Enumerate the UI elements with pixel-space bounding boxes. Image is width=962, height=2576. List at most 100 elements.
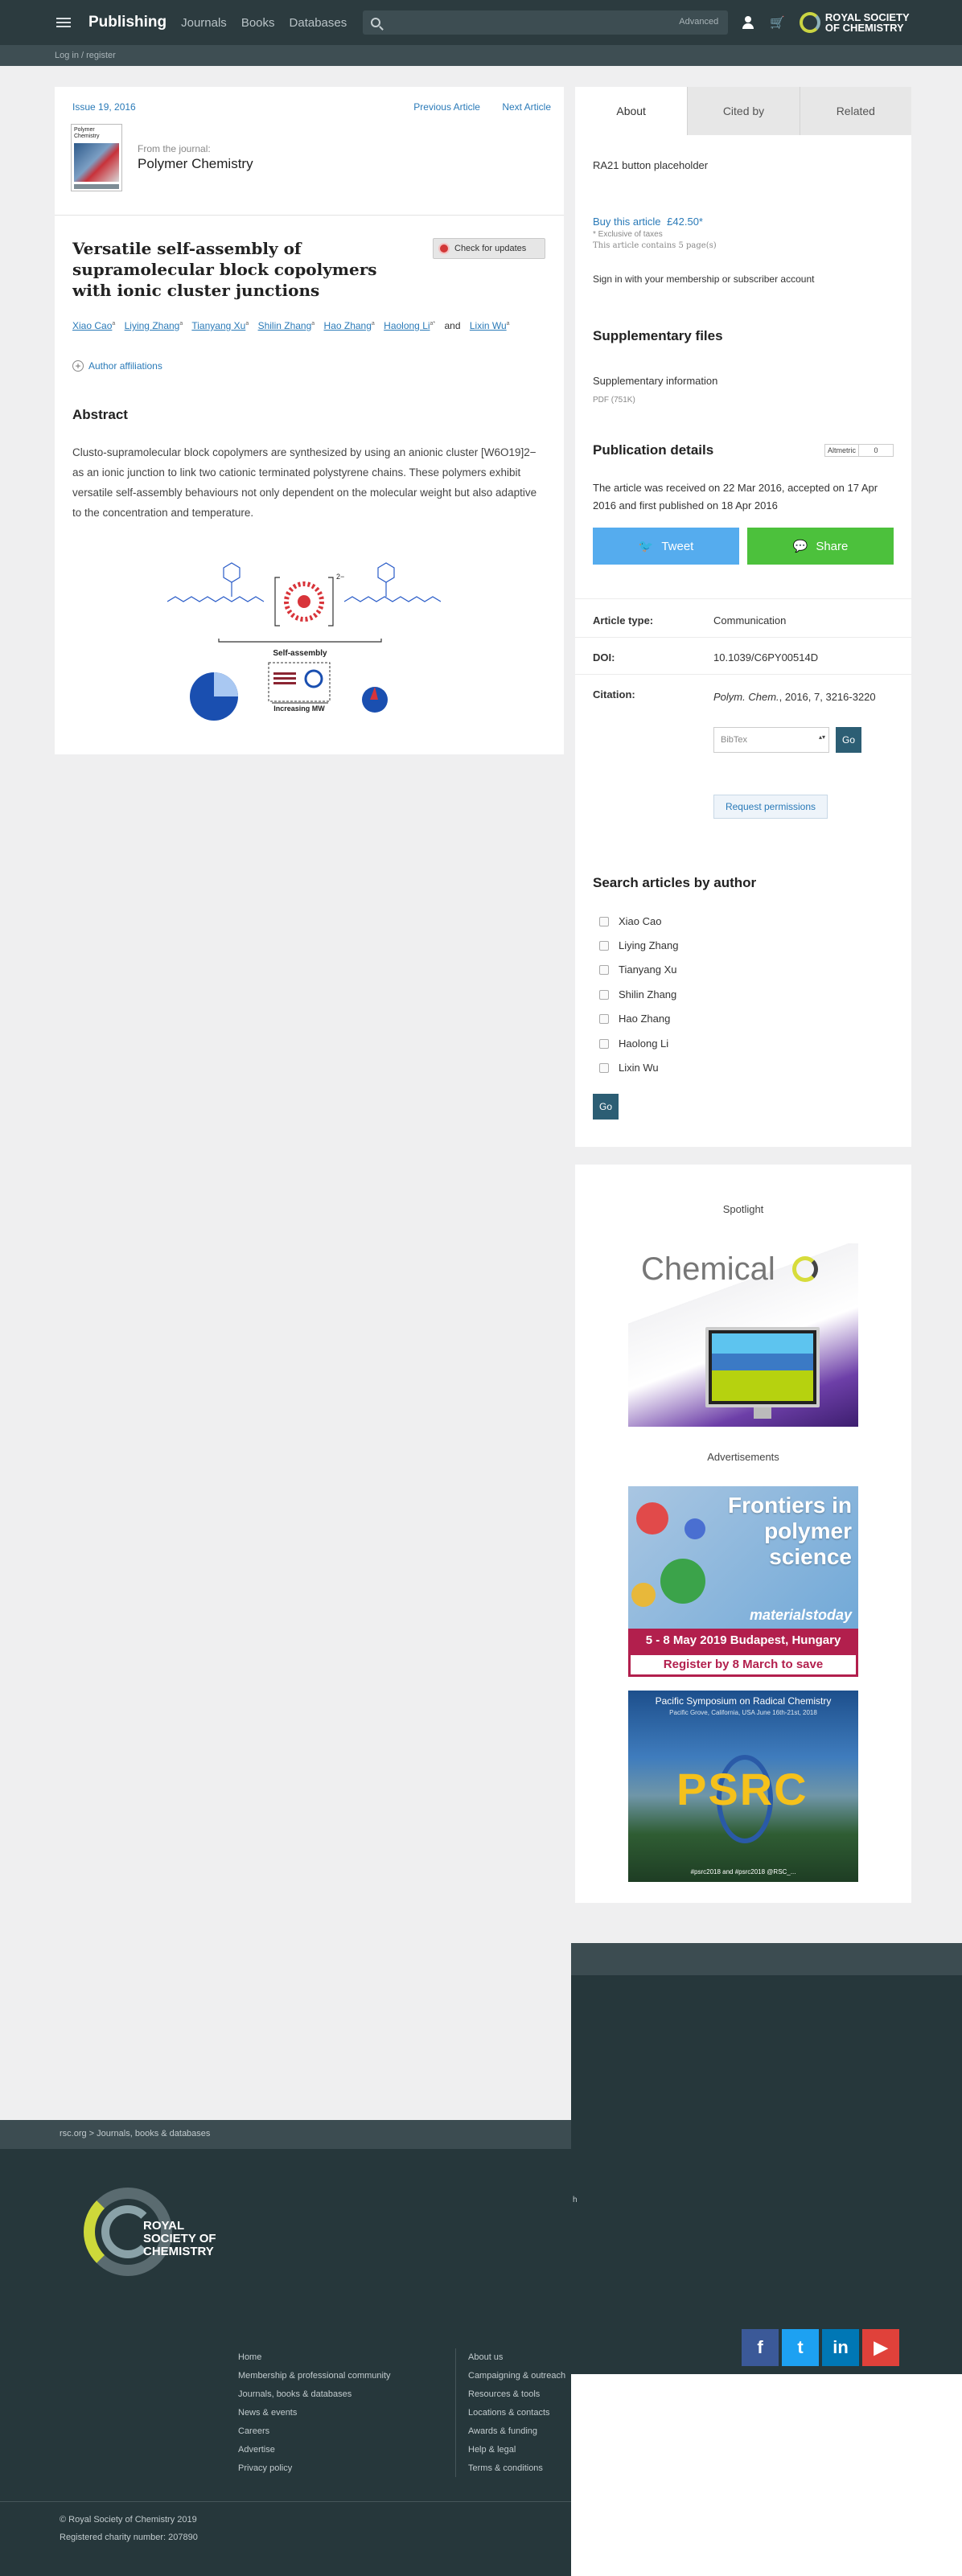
footer-breadcrumb[interactable]: rsc.org > Journals, books & databases (60, 2129, 210, 2138)
self-assembly-label: Self-assembly (273, 649, 327, 658)
facebook-icon[interactable]: f (742, 2329, 779, 2366)
article-price[interactable]: £42.50* (667, 216, 703, 228)
author-checkbox[interactable]: Tianyang Xu (599, 963, 677, 976)
footer-link[interactable]: News & events (238, 2404, 391, 2422)
author-link[interactable]: Liying Zhang (125, 320, 180, 331)
advanced-search-link[interactable]: Advanced (679, 17, 718, 27)
article-card: Issue 19, 2016 Previous Article Next Art… (55, 87, 564, 754)
search-input[interactable]: Advanced (363, 10, 729, 35)
altmetric-badge[interactable]: Altmetric 0 (824, 444, 894, 457)
ra21-placeholder[interactable]: RA21 button placeholder (593, 159, 708, 171)
chemical-science-banner[interactable]: Chemical (628, 1243, 858, 1427)
ad2-footer: #psrc2018 and #psrc2018 @RSC_... (690, 1868, 796, 1876)
previous-article-link[interactable]: Previous Article (413, 101, 480, 113)
publication-details-heading: Publication details (593, 442, 714, 458)
journal-cover[interactable]: Polymer Chemistry (71, 124, 122, 191)
author-link[interactable]: Hao Zhang (324, 320, 372, 331)
brand-publishing[interactable]: Publishing (88, 14, 166, 31)
footer-link[interactable]: Careers (238, 2422, 391, 2441)
request-permissions-button[interactable]: Request permissions (713, 795, 828, 819)
footer-link[interactable]: Resources & tools (468, 2385, 571, 2404)
linkedin-icon[interactable]: in (822, 2329, 859, 2366)
citation-go-button[interactable]: Go (836, 727, 861, 753)
increasing-mw-label: Increasing MW (273, 705, 325, 713)
journal-name-link[interactable]: Polymer Chemistry (138, 156, 253, 172)
tab-about[interactable]: About (575, 87, 688, 135)
checkbox[interactable] (599, 1038, 609, 1049)
graphical-abstract[interactable]: 2− Self-assembly Increasing MW (167, 561, 441, 722)
checkbox[interactable] (599, 916, 609, 926)
footer-link[interactable]: Membership & professional community (238, 2367, 391, 2385)
author-checkbox[interactable]: Xiao Cao (599, 915, 661, 927)
youtube-icon[interactable]: ▶ (862, 2329, 899, 2366)
ad1-register: Register by 8 March to save (628, 1653, 858, 1677)
tab-related[interactable]: Related (799, 87, 911, 135)
footer-link[interactable]: Locations & contacts (468, 2404, 571, 2422)
advertisements-heading: Advertisements (707, 1451, 779, 1463)
frontiers-polymer-ad[interactable]: Frontiers in polymer science materialsto… (628, 1486, 858, 1677)
login-register-link[interactable]: Log in / register (55, 51, 116, 60)
author-checkbox-label: Xiao Cao (619, 915, 662, 927)
footer-link[interactable]: About us (468, 2348, 571, 2367)
footer-link[interactable]: Terms & conditions (468, 2459, 571, 2478)
rsc-logo-icon (799, 12, 820, 33)
footer-link[interactable]: Journals, books & databases (238, 2385, 391, 2404)
twitter-icon[interactable]: t (782, 2329, 819, 2366)
checkbox[interactable] (599, 1062, 609, 1073)
article-title: Versatile self-assembly of supramolecula… (72, 239, 377, 300)
buy-article-link[interactable]: Buy this article (593, 216, 661, 228)
spotlight-heading: Spotlight (722, 1203, 764, 1215)
cover-footer-bar (74, 184, 119, 189)
author-link[interactable]: Tianyang Xu (191, 320, 245, 331)
check-for-updates-button[interactable]: Check for updates (433, 238, 545, 259)
author-sup: a* (430, 321, 436, 327)
top-navigation: Publishing Journals Books Databases Adva… (0, 0, 962, 45)
footer-block-right (571, 1975, 962, 2284)
wechat-share-button[interactable]: 💬 Share (747, 528, 894, 565)
footer-link[interactable]: Campaigning & outreach (468, 2367, 571, 2385)
buy-article-row[interactable]: Buy this article £42.50* (593, 216, 703, 228)
checkbox[interactable] (599, 940, 609, 951)
cart-icon[interactable]: 🛒 (770, 15, 785, 30)
author-checkbox[interactable]: Lixin Wu (599, 1062, 659, 1074)
altmetric-score: 0 (874, 446, 878, 454)
footer-link[interactable]: Help & legal (468, 2441, 571, 2459)
author-search-go-button[interactable]: Go (593, 1094, 619, 1120)
author-checkbox[interactable]: Shilin Zhang (599, 988, 676, 1000)
doi-value[interactable]: 10.1039/C6PY00514D (713, 651, 818, 664)
footer-link[interactable]: Advertise (238, 2441, 391, 2459)
psrc-ad[interactable]: Pacific Symposium on Radical Chemistry P… (628, 1691, 858, 1882)
checkbox[interactable] (599, 989, 609, 1000)
citation-format-select[interactable]: BibTex (713, 727, 829, 753)
supplementary-link[interactable]: Supplementary information (593, 375, 717, 387)
author-link[interactable]: Haolong Li (384, 320, 430, 331)
author-checkbox[interactable]: Hao Zhang (599, 1013, 670, 1025)
nav-books[interactable]: Books (241, 16, 275, 30)
signin-link[interactable]: Sign in with your membership or subscrib… (593, 273, 814, 285)
ad1-headline: Frontiers in polymer science (727, 1493, 852, 1569)
footer-link[interactable]: Privacy policy (238, 2459, 391, 2478)
twitter-icon: 🐦 (638, 540, 654, 553)
footer-link[interactable]: Awards & funding (468, 2422, 571, 2441)
author-link[interactable]: Shilin Zhang (258, 320, 312, 331)
divider (575, 674, 911, 675)
rsc-logo[interactable]: ROYAL SOCIETY OF CHEMISTRY (799, 12, 914, 33)
author-link[interactable]: Xiao Cao (72, 320, 112, 331)
rsc-mini-logo-icon (792, 1256, 818, 1282)
nav-databases[interactable]: Databases (290, 16, 347, 30)
author-checkbox[interactable]: Liying Zhang (599, 939, 678, 951)
author-affiliations-toggle[interactable]: + Author affiliations (72, 360, 162, 372)
author-link[interactable]: Lixin Wu (470, 320, 507, 331)
issue-link[interactable]: Issue 19, 2016 (72, 101, 136, 113)
author-checkbox-label: Haolong Li (619, 1037, 669, 1050)
user-icon[interactable] (742, 16, 754, 29)
footer-link[interactable]: Home (238, 2348, 391, 2367)
tab-cited-by[interactable]: Cited by (687, 87, 800, 135)
nav-journals[interactable]: Journals (181, 16, 227, 30)
checkbox[interactable] (599, 964, 609, 975)
tweet-button[interactable]: 🐦 Tweet (593, 528, 739, 565)
next-article-link[interactable]: Next Article (502, 101, 551, 113)
menu-icon[interactable] (56, 18, 71, 27)
author-checkbox[interactable]: Haolong Li (599, 1037, 668, 1050)
checkbox[interactable] (599, 1013, 609, 1024)
